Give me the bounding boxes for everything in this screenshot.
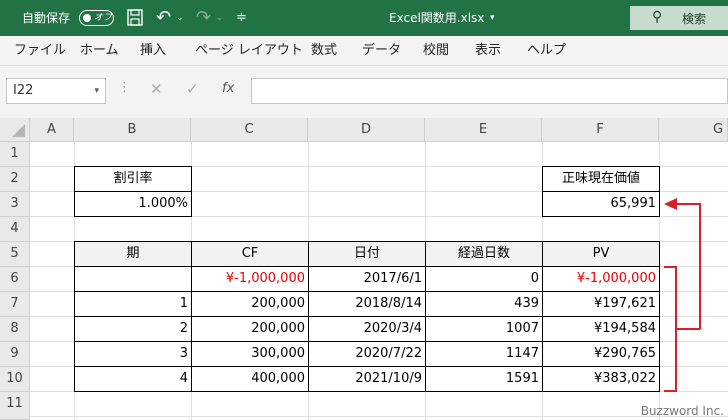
autosave-label: 自動保存 (22, 11, 71, 25)
redo-icon[interactable]: ↷ (196, 0, 211, 36)
annotation-arrow (664, 198, 701, 392)
title-bar: 自動保存 オフ ↶ ⌄ ↷ ⌄ ≑ Excel関数用.xlsx ▾ ⚲ 検索 (0, 0, 728, 36)
tab-review[interactable]: 校閲 (423, 36, 449, 66)
search-box[interactable]: ⚲ 検索 (630, 6, 728, 30)
undo-icon[interactable]: ↶ (156, 0, 171, 36)
tab-help[interactable]: ヘルプ (527, 36, 566, 66)
watermark: Buzzword Inc. (640, 404, 724, 418)
ribbon-tabs: ファイル ホーム 挿入 ページ レイアウト 数式 データ 校閲 表示 ヘルプ (0, 36, 728, 66)
tab-data[interactable]: データ (362, 36, 401, 66)
insert-function-icon[interactable]: fx (222, 81, 234, 96)
tab-page-layout[interactable]: ページ レイアウト (195, 36, 303, 66)
search-icon: ⚲ (652, 9, 663, 25)
search-label: 検索 (682, 12, 707, 26)
cancel-icon[interactable]: ✕ (150, 80, 163, 98)
save-icon[interactable] (126, 0, 144, 36)
enter-icon[interactable]: ✓ (186, 80, 199, 98)
tab-home[interactable]: ホーム (80, 36, 119, 66)
customize-toolbar-icon[interactable]: ≑ (236, 0, 247, 36)
autosave-toggle[interactable]: オフ (79, 10, 114, 26)
redo-dropdown-icon[interactable]: ⌄ (216, 0, 224, 36)
tab-file[interactable]: ファイル (14, 36, 66, 66)
formula-input[interactable] (251, 78, 728, 104)
formula-bar-options-icon[interactable]: ⋮ (118, 80, 131, 95)
tab-formulas[interactable]: 数式 (311, 36, 337, 66)
autosave-state: オフ (94, 13, 113, 23)
name-box[interactable]: I22 ▾ (6, 78, 106, 104)
workbook-title: Excel関数用.xlsx (389, 11, 485, 25)
undo-dropdown-icon[interactable]: ⌄ (176, 0, 184, 36)
tab-insert[interactable]: 挿入 (140, 36, 166, 66)
title-dropdown-icon[interactable]: ▾ (490, 0, 495, 36)
name-box-dropdown-icon[interactable]: ▾ (94, 79, 99, 103)
formula-bar-area: I22 ▾ ⋮ ✕ ✓ fx (0, 66, 728, 118)
toggle-knob (83, 14, 91, 22)
worksheet-grid: A B C D E F G 1 2 3 4 5 6 7 8 9 10 11 割引… (0, 118, 728, 420)
name-box-value: I22 (13, 83, 34, 98)
tab-view[interactable]: 表示 (475, 36, 501, 66)
